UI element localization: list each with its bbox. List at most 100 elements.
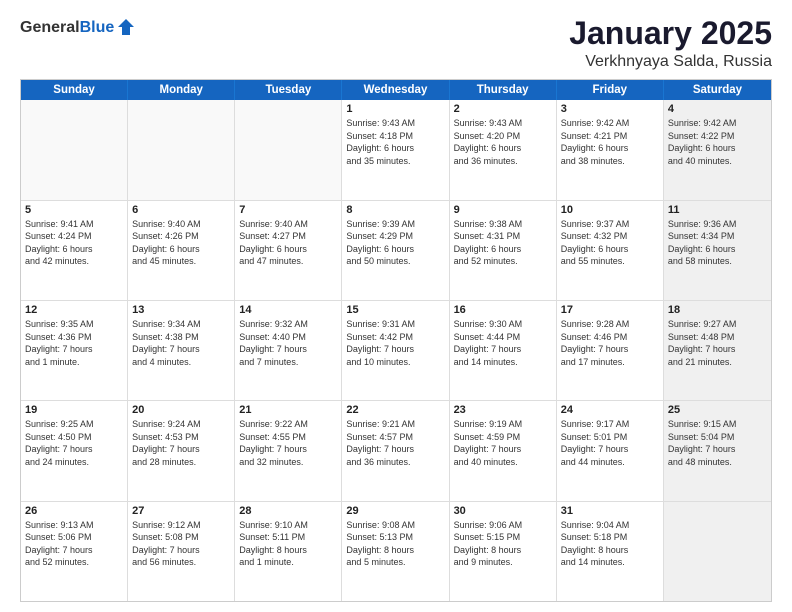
cell-info: Sunrise: 9:31 AM Sunset: 4:42 PM Dayligh… <box>346 318 444 368</box>
calendar-cell <box>21 100 128 199</box>
day-number: 29 <box>346 505 444 517</box>
calendar-cell: 31 Sunrise: 9:04 AM Sunset: 5:18 PM Dayli… <box>557 502 664 601</box>
calendar-cell: 8 Sunrise: 9:39 AM Sunset: 4:29 PM Daylig… <box>342 201 449 300</box>
calendar-cell: 18 Sunrise: 9:27 AM Sunset: 4:48 PM Dayli… <box>664 301 771 400</box>
cell-info: Sunrise: 9:12 AM Sunset: 5:08 PM Dayligh… <box>132 519 230 569</box>
calendar-cell: 17 Sunrise: 9:28 AM Sunset: 4:46 PM Dayli… <box>557 301 664 400</box>
cell-info: Sunrise: 9:27 AM Sunset: 4:48 PM Dayligh… <box>668 318 767 368</box>
cell-info: Sunrise: 9:25 AM Sunset: 4:50 PM Dayligh… <box>25 418 123 468</box>
calendar-row: 26 Sunrise: 9:13 AM Sunset: 5:06 PM Dayli… <box>21 501 771 601</box>
page: GeneralBlue January 2025 Verkhnyaya Sald… <box>0 0 792 612</box>
cell-info: Sunrise: 9:04 AM Sunset: 5:18 PM Dayligh… <box>561 519 659 569</box>
calendar-row: 1Sunrise: 9:43 AM Sunset: 4:18 PM Daylig… <box>21 100 771 199</box>
weekday-header: Sunday <box>21 80 128 100</box>
logo-general: GeneralBlue <box>20 16 114 37</box>
calendar-cell: 14Sunrise: 9:32 AM Sunset: 4:40 PM Dayli… <box>235 301 342 400</box>
month-title: January 2025 <box>569 16 772 51</box>
day-number: 20 <box>132 404 230 416</box>
header: GeneralBlue January 2025 Verkhnyaya Sald… <box>20 16 772 71</box>
cell-info: Sunrise: 9:39 AM Sunset: 4:29 PM Dayligh… <box>346 218 444 268</box>
calendar-row: 12 Sunrise: 9:35 AM Sunset: 4:36 PM Dayli… <box>21 300 771 400</box>
weekday-header: Monday <box>128 80 235 100</box>
cell-info: Sunrise: 9:24 AM Sunset: 4:53 PM Dayligh… <box>132 418 230 468</box>
day-number: 22 <box>346 404 444 416</box>
day-number: 13 <box>132 304 230 316</box>
location-title: Verkhnyaya Salda, Russia <box>569 53 772 71</box>
cell-info: Sunrise: 9:41 AM Sunset: 4:24 PM Dayligh… <box>25 218 123 268</box>
calendar-row: 5 Sunrise: 9:41 AM Sunset: 4:24 PM Daylig… <box>21 200 771 300</box>
cell-info: Sunrise: 9:32 AM Sunset: 4:40 PM Dayligh… <box>239 318 337 368</box>
calendar-cell: 19 Sunrise: 9:25 AM Sunset: 4:50 PM Dayli… <box>21 401 128 500</box>
day-number: 4 <box>668 103 767 115</box>
day-number: 17 <box>561 304 659 316</box>
calendar-cell: 30Sunrise: 9:06 AM Sunset: 5:15 PM Dayli… <box>450 502 557 601</box>
cell-info: Sunrise: 9:35 AM Sunset: 4:36 PM Dayligh… <box>25 318 123 368</box>
day-number: 18 <box>668 304 767 316</box>
day-number: 21 <box>239 404 337 416</box>
calendar-cell: 21 Sunrise: 9:22 AM Sunset: 4:55 PM Dayli… <box>235 401 342 500</box>
calendar-cell: 6 Sunrise: 9:40 AM Sunset: 4:26 PM Daylig… <box>128 201 235 300</box>
calendar-cell: 16 Sunrise: 9:30 AM Sunset: 4:44 PM Dayli… <box>450 301 557 400</box>
calendar-cell: 5 Sunrise: 9:41 AM Sunset: 4:24 PM Daylig… <box>21 201 128 300</box>
cell-info: Sunrise: 9:37 AM Sunset: 4:32 PM Dayligh… <box>561 218 659 268</box>
day-number: 7 <box>239 204 337 216</box>
calendar-cell: 28Sunrise: 9:10 AM Sunset: 5:11 PM Dayli… <box>235 502 342 601</box>
cell-info: Sunrise: 9:17 AM Sunset: 5:01 PM Dayligh… <box>561 418 659 468</box>
calendar-cell: 26 Sunrise: 9:13 AM Sunset: 5:06 PM Dayli… <box>21 502 128 601</box>
day-number: 30 <box>454 505 552 517</box>
cell-info: Sunrise: 9:28 AM Sunset: 4:46 PM Dayligh… <box>561 318 659 368</box>
title-block: January 2025 Verkhnyaya Salda, Russia <box>569 16 772 71</box>
calendar-cell: 9 Sunrise: 9:38 AM Sunset: 4:31 PM Daylig… <box>450 201 557 300</box>
cell-info: Sunrise: 9:22 AM Sunset: 4:55 PM Dayligh… <box>239 418 337 468</box>
calendar-cell: 13 Sunrise: 9:34 AM Sunset: 4:38 PM Dayli… <box>128 301 235 400</box>
day-number: 9 <box>454 204 552 216</box>
calendar-cell <box>128 100 235 199</box>
calendar-cell: 10 Sunrise: 9:37 AM Sunset: 4:32 PM Dayli… <box>557 201 664 300</box>
day-number: 3 <box>561 103 659 115</box>
cell-info: Sunrise: 9:40 AM Sunset: 4:26 PM Dayligh… <box>132 218 230 268</box>
day-number: 31 <box>561 505 659 517</box>
day-number: 26 <box>25 505 123 517</box>
calendar-cell: 1Sunrise: 9:43 AM Sunset: 4:18 PM Daylig… <box>342 100 449 199</box>
cell-info: Sunrise: 9:13 AM Sunset: 5:06 PM Dayligh… <box>25 519 123 569</box>
calendar-row: 19 Sunrise: 9:25 AM Sunset: 4:50 PM Dayli… <box>21 400 771 500</box>
calendar-cell: 27 Sunrise: 9:12 AM Sunset: 5:08 PM Dayli… <box>128 502 235 601</box>
weekday-header: Friday <box>557 80 664 100</box>
day-number: 12 <box>25 304 123 316</box>
day-number: 23 <box>454 404 552 416</box>
cell-info: Sunrise: 9:10 AM Sunset: 5:11 PM Dayligh… <box>239 519 337 569</box>
cell-info: Sunrise: 9:36 AM Sunset: 4:34 PM Dayligh… <box>668 218 767 268</box>
weekday-header: Wednesday <box>342 80 449 100</box>
day-number: 6 <box>132 204 230 216</box>
calendar: SundayMondayTuesdayWednesdayThursdayFrid… <box>20 79 772 602</box>
cell-info: Sunrise: 9:40 AM Sunset: 4:27 PM Dayligh… <box>239 218 337 268</box>
cell-info: Sunrise: 9:30 AM Sunset: 4:44 PM Dayligh… <box>454 318 552 368</box>
day-number: 19 <box>25 404 123 416</box>
calendar-body: 1Sunrise: 9:43 AM Sunset: 4:18 PM Daylig… <box>21 100 771 601</box>
calendar-cell: 15 Sunrise: 9:31 AM Sunset: 4:42 PM Dayli… <box>342 301 449 400</box>
day-number: 24 <box>561 404 659 416</box>
calendar-cell: 3 Sunrise: 9:42 AM Sunset: 4:21 PM Daylig… <box>557 100 664 199</box>
day-number: 15 <box>346 304 444 316</box>
day-number: 10 <box>561 204 659 216</box>
cell-info: Sunrise: 9:42 AM Sunset: 4:21 PM Dayligh… <box>561 117 659 167</box>
day-number: 16 <box>454 304 552 316</box>
cell-info: Sunrise: 9:34 AM Sunset: 4:38 PM Dayligh… <box>132 318 230 368</box>
cell-info: Sunrise: 9:19 AM Sunset: 4:59 PM Dayligh… <box>454 418 552 468</box>
day-number: 27 <box>132 505 230 517</box>
logo-icon <box>116 17 136 37</box>
cell-info: Sunrise: 9:43 AM Sunset: 4:18 PM Dayligh… <box>346 117 444 167</box>
calendar-cell: 22Sunrise: 9:21 AM Sunset: 4:57 PM Dayli… <box>342 401 449 500</box>
calendar-cell: 24 Sunrise: 9:17 AM Sunset: 5:01 PM Dayli… <box>557 401 664 500</box>
weekday-header: Tuesday <box>235 80 342 100</box>
day-number: 11 <box>668 204 767 216</box>
day-number: 5 <box>25 204 123 216</box>
cell-info: Sunrise: 9:43 AM Sunset: 4:20 PM Dayligh… <box>454 117 552 167</box>
cell-info: Sunrise: 9:08 AM Sunset: 5:13 PM Dayligh… <box>346 519 444 569</box>
cell-info: Sunrise: 9:38 AM Sunset: 4:31 PM Dayligh… <box>454 218 552 268</box>
calendar-header: SundayMondayTuesdayWednesdayThursdayFrid… <box>21 80 771 100</box>
calendar-cell: 29 Sunrise: 9:08 AM Sunset: 5:13 PM Dayli… <box>342 502 449 601</box>
calendar-cell: 23 Sunrise: 9:19 AM Sunset: 4:59 PM Dayli… <box>450 401 557 500</box>
weekday-header: Thursday <box>450 80 557 100</box>
day-number: 8 <box>346 204 444 216</box>
